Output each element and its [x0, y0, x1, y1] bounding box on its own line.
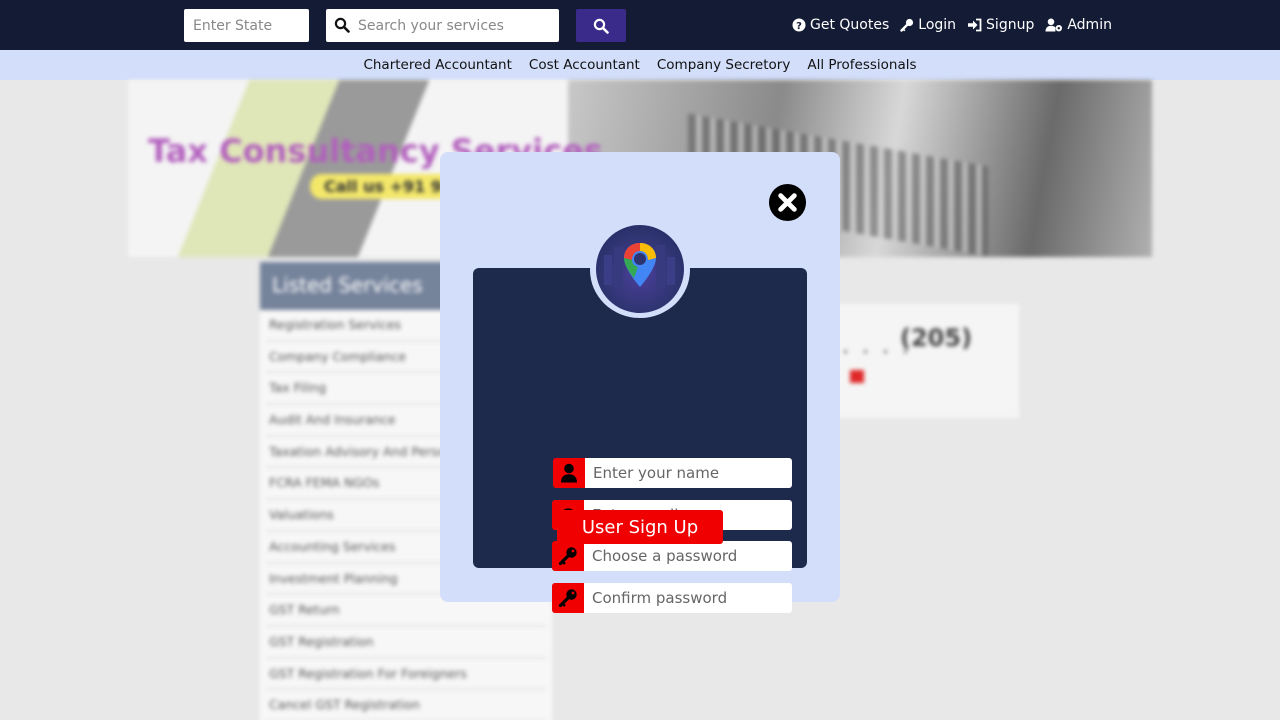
signup-modal: @: [440, 152, 840, 613]
nav-login[interactable]: Login: [900, 17, 956, 33]
category-company-secretory[interactable]: Company Secretory: [657, 57, 790, 73]
search-input[interactable]: [358, 9, 556, 42]
search-icon: [334, 17, 350, 33]
logo-ring: [590, 222, 690, 318]
category-cost-accountant[interactable]: Cost Accountant: [529, 57, 640, 73]
name-field: [553, 458, 792, 488]
app-logo: [596, 225, 684, 313]
category-bar: Chartered Accountant Cost Accountant Com…: [0, 50, 1280, 80]
name-input[interactable]: [585, 458, 792, 488]
nav-admin-label: Admin: [1067, 17, 1112, 33]
top-navbar: ? Get Quotes Login Signup: [0, 0, 1280, 50]
nav-get-quotes-label: Get Quotes: [810, 17, 890, 33]
close-icon[interactable]: [768, 183, 807, 222]
user-icon: [553, 458, 585, 488]
search-icon: [593, 18, 609, 34]
question-circle-icon: ?: [792, 18, 806, 32]
nav-signup[interactable]: Signup: [967, 17, 1034, 33]
password-input[interactable]: [584, 541, 792, 571]
search-button[interactable]: [576, 9, 626, 42]
category-all-professionals[interactable]: All Professionals: [807, 57, 916, 73]
search-box[interactable]: [326, 9, 559, 42]
nav-admin[interactable]: Admin: [1045, 17, 1112, 33]
sign-in-icon: [968, 18, 982, 32]
state-input[interactable]: [184, 9, 309, 42]
nav-links: ? Get Quotes Login Signup Admin: [792, 0, 1112, 50]
key-icon: [552, 541, 584, 571]
map-pin-logo-icon: [604, 243, 675, 287]
service-item: GST Registration: [266, 627, 546, 659]
card-count: (205): [900, 324, 973, 352]
home-icon: [850, 370, 864, 383]
service-item: GST Registration For Foreigners: [266, 659, 546, 691]
key-icon: [900, 18, 914, 32]
user-gear-icon: [1045, 18, 1063, 32]
confirm-password-input[interactable]: [584, 583, 792, 613]
service-item: Cancel GST Registration: [266, 690, 546, 720]
confirm-password-field: [552, 583, 792, 613]
password-field: [552, 541, 792, 571]
category-chartered-accountant[interactable]: Chartered Accountant: [363, 57, 511, 73]
nav-login-label: Login: [918, 17, 957, 33]
nav-get-quotes[interactable]: ? Get Quotes: [792, 17, 889, 33]
user-sign-up-button[interactable]: User Sign Up: [557, 510, 723, 544]
svg-text:?: ?: [796, 21, 802, 32]
nav-signup-label: Signup: [986, 17, 1035, 33]
key-icon: [552, 583, 584, 613]
